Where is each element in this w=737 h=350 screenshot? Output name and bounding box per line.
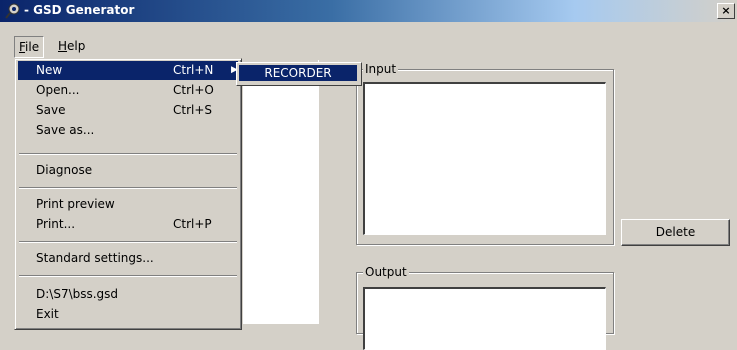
menu-item-exit[interactable]: Exit [18, 305, 238, 324]
menu-item-print-label: Print... [36, 217, 76, 231]
panel-divider [318, 60, 331, 324]
menu-separator [19, 153, 237, 155]
app-icon [5, 3, 20, 19]
menu-item-save-shortcut: Ctrl+S [173, 103, 213, 117]
menu-item-print-preview[interactable]: Print preview [18, 195, 238, 214]
title-bar: - GSD Generator × [0, 0, 737, 22]
input-textarea[interactable] [363, 82, 606, 235]
menu-file[interactable]: File [14, 36, 45, 58]
menu-help[interactable]: Help [54, 36, 89, 56]
file-menu-dropdown: New Ctrl+N ▶ Open... Ctrl+O Save Ctrl+S … [14, 58, 242, 330]
output-group-label: Output [363, 265, 409, 279]
menu-file-label: ile [25, 40, 40, 54]
menu-item-open[interactable]: Open... Ctrl+O [18, 81, 238, 100]
menu-item-open-label: Open... [36, 83, 80, 97]
menu-separator [19, 187, 237, 189]
delete-button[interactable]: Delete [621, 219, 730, 246]
close-button[interactable]: × [717, 3, 735, 19]
menu-item-new[interactable]: New Ctrl+N ▶ [18, 61, 238, 80]
menu-bar: File Help [0, 36, 737, 58]
menu-separator [19, 241, 237, 243]
menu-item-new-shortcut: Ctrl+N [173, 63, 214, 77]
menu-help-mnemonic: H [58, 39, 68, 53]
new-submenu: RECORDER [236, 62, 362, 86]
menu-item-print-preview-label: Print preview [36, 197, 115, 211]
input-group-label: Input [363, 62, 399, 76]
menu-item-save-as-label: Save as... [36, 123, 95, 137]
menu-separator [19, 275, 237, 277]
menu-item-save-as[interactable]: Save as... [18, 121, 238, 140]
close-icon: × [721, 4, 731, 17]
menu-item-standard-settings-label: Standard settings... [36, 251, 154, 265]
output-textarea[interactable] [363, 287, 606, 350]
input-group: Input [356, 62, 614, 245]
menu-item-recent-file[interactable]: D:\S7\bss.gsd [18, 285, 238, 304]
menu-help-label: elp [67, 39, 86, 53]
output-group: Output [356, 265, 614, 350]
menu-item-standard-settings[interactable]: Standard settings... [18, 249, 238, 268]
menu-item-diagnose-label: Diagnose [36, 163, 93, 177]
menu-item-exit-label: Exit [36, 307, 59, 321]
menu-item-open-shortcut: Ctrl+O [173, 83, 214, 97]
menu-item-diagnose[interactable]: Diagnose [18, 161, 238, 180]
menu-item-save-label: Save [36, 103, 66, 117]
submenu-item-recorder[interactable]: RECORDER [239, 65, 357, 81]
tree-list-panel[interactable] [243, 84, 319, 324]
menu-item-save[interactable]: Save Ctrl+S [18, 101, 238, 120]
menu-item-recent-file-label: D:\S7\bss.gsd [36, 287, 119, 301]
menu-item-print-shortcut: Ctrl+P [173, 217, 212, 231]
menu-item-new-label: New [36, 63, 63, 77]
menu-item-print[interactable]: Print... Ctrl+P [18, 215, 238, 234]
window-title: - GSD Generator [24, 3, 135, 17]
